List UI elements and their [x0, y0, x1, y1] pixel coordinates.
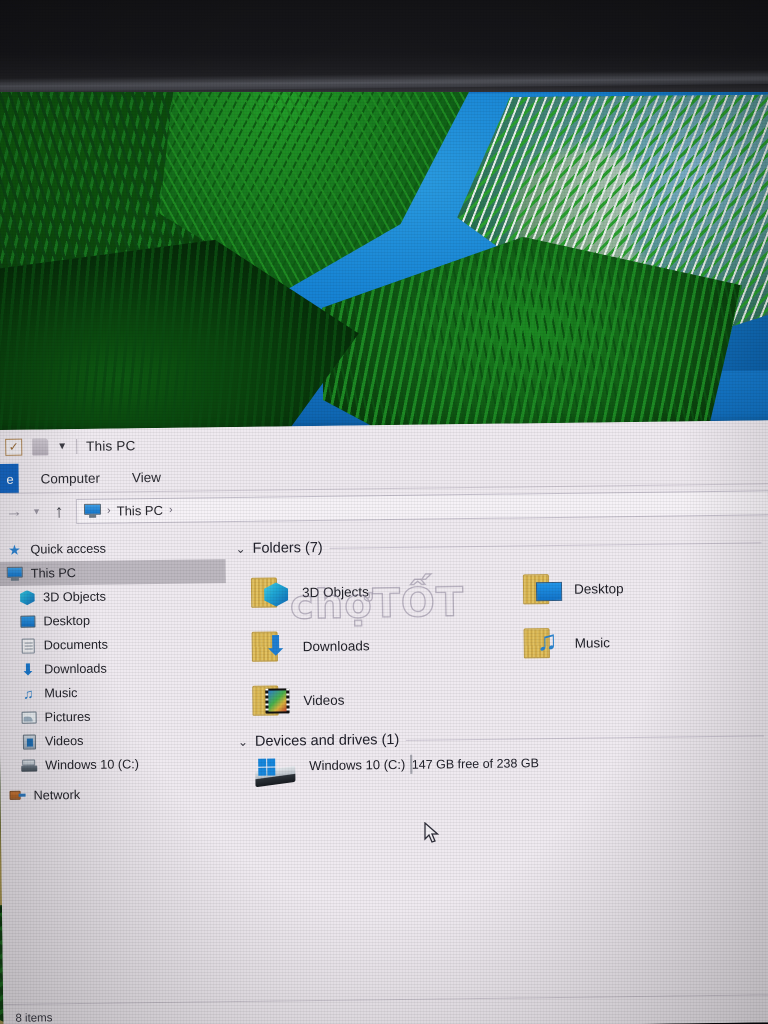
folder-item-music[interactable]: ♫ Music: [508, 613, 768, 670]
chevron-down-icon[interactable]: ▼: [31, 506, 42, 516]
sidebar-item-this-pc[interactable]: This PC: [0, 559, 226, 586]
sidebar-item-network[interactable]: Network: [0, 781, 228, 808]
sidebar-item-label: 3D Objects: [43, 589, 106, 605]
devices-group-title: Devices and drives (1): [254, 731, 400, 750]
sidebar-item-label: Documents: [43, 637, 108, 653]
folder-item-label: Downloads: [302, 637, 370, 654]
folders-grid: 3D Objects Desktop ⬇ Downloads ♫ Music V…: [236, 559, 768, 728]
monitor-screen: ✓ ▼ This PC e Computer View → ▼ ↑ › This…: [0, 92, 768, 1024]
sidebar-item-pictures[interactable]: Pictures: [0, 703, 228, 730]
videos-icon: [21, 734, 37, 750]
drive-item-windows-10-c[interactable]: Windows 10 (C:) 147 GB free of 238 GB: [238, 750, 768, 789]
sidebar-item-music[interactable]: ♫ Music: [0, 679, 227, 706]
network-icon: [9, 788, 26, 804]
sidebar-item-label: Pictures: [44, 709, 91, 725]
sidebar-item-label: Desktop: [43, 613, 91, 629]
sidebar-item-downloads[interactable]: ⬇ Downloads: [0, 655, 227, 682]
drive-meta: Windows 10 (C:) 147 GB free of 238 GB: [309, 753, 539, 775]
drive-name: Windows 10 (C:): [309, 756, 406, 774]
desktop-icon: [19, 614, 35, 630]
folder-item-downloads[interactable]: ⬇ Downloads: [236, 617, 509, 674]
folder-item-label: Desktop: [573, 580, 624, 597]
folder-3d-objects-icon: [250, 575, 291, 609]
folder-item-desktop[interactable]: Desktop: [508, 559, 768, 616]
music-icon: ♫: [22, 685, 34, 702]
content-pane: ⌄ Folders (7) 3D Objects Desktop ⬇ Downl…: [225, 520, 768, 1002]
sidebar-item-videos[interactable]: Videos: [0, 727, 228, 754]
tab-view[interactable]: View: [116, 462, 177, 493]
chevron-down-icon[interactable]: ▼: [57, 441, 67, 452]
sidebar-item-label: Windows 10 (C:): [45, 757, 140, 773]
devices-group: ⌄ Devices and drives (1) Windows 10 (C:): [238, 727, 768, 789]
folders-group-header[interactable]: ⌄ Folders (7): [235, 534, 768, 557]
folder-item-videos[interactable]: Videos: [237, 671, 510, 728]
status-item-count: 8 items: [15, 1011, 53, 1024]
sidebar-item-3d-objects[interactable]: 3D Objects: [0, 583, 226, 610]
monitor-photo: ✓ ▼ This PC e Computer View → ▼ ↑ › This…: [0, 0, 768, 1024]
breadcrumb-this-pc[interactable]: This PC: [117, 502, 163, 518]
sidebar-item-label: This PC: [30, 566, 77, 581]
sidebar-item-label: Quick access: [30, 541, 107, 557]
drive-free-space: 147 GB free of 238 GB: [411, 756, 540, 772]
file-explorer-window: ✓ ▼ This PC e Computer View → ▼ ↑ › This…: [0, 420, 768, 1024]
navigation-pane: ★ Quick access This PC 3D Objects Deskto…: [0, 527, 232, 1004]
devices-group-header[interactable]: ⌄ Devices and drives (1): [238, 727, 768, 750]
documents-icon: [20, 638, 36, 654]
folder-item-label: Music: [574, 634, 611, 651]
sidebar-item-label: Network: [33, 787, 81, 803]
sidebar-item-label: Videos: [44, 733, 84, 749]
group-divider: [406, 734, 764, 741]
star-icon: ★: [8, 541, 21, 558]
tab-file[interactable]: e: [0, 463, 19, 495]
properties-checkbox-icon[interactable]: ✓: [4, 437, 23, 456]
sidebar-item-label: Downloads: [43, 661, 107, 677]
sidebar-item-windows-10-c[interactable]: Windows 10 (C:): [0, 751, 228, 778]
sidebar-item-documents[interactable]: Documents: [0, 631, 227, 658]
chevron-down-icon[interactable]: ⌄: [238, 735, 248, 749]
folders-group-title: Folders (7): [252, 539, 323, 557]
forward-arrow-icon[interactable]: →: [4, 502, 24, 522]
sidebar-item-desktop[interactable]: Desktop: [0, 607, 227, 634]
address-bar[interactable]: › This PC ›: [75, 489, 768, 524]
sidebar-item-quick-access[interactable]: ★ Quick access: [0, 535, 226, 562]
folder-item-3d-objects[interactable]: 3D Objects: [236, 563, 509, 620]
pictures-icon: [21, 710, 37, 726]
folder-videos-icon: [252, 683, 292, 717]
windows-drive-icon: [253, 756, 297, 789]
up-arrow-icon[interactable]: ↑: [49, 501, 69, 522]
folder-downloads-icon: ⬇: [251, 629, 292, 663]
folder-item-label: Videos: [303, 692, 345, 708]
this-pc-icon: [83, 503, 102, 518]
sidebar-item-label: Music: [44, 685, 78, 701]
3d-objects-icon: [19, 590, 35, 606]
window-body: ★ Quick access This PC 3D Objects Deskto…: [0, 520, 768, 1004]
folder-desktop-icon: [522, 572, 563, 606]
drive-icon: [21, 758, 38, 774]
folder-music-icon: ♫: [523, 625, 564, 660]
new-folder-icon[interactable]: [30, 437, 49, 456]
downloads-icon: ⬇: [21, 661, 35, 679]
this-pc-icon: [6, 566, 23, 582]
window-title: This PC: [86, 437, 136, 454]
breadcrumb-separator[interactable]: ›: [169, 504, 173, 516]
chevron-down-icon[interactable]: ⌄: [235, 542, 245, 556]
title-separator: [76, 438, 78, 454]
tab-computer[interactable]: Computer: [24, 462, 116, 493]
breadcrumb-separator: ›: [106, 504, 111, 517]
folder-item-label: 3D Objects: [301, 583, 369, 600]
group-divider: [329, 541, 762, 549]
